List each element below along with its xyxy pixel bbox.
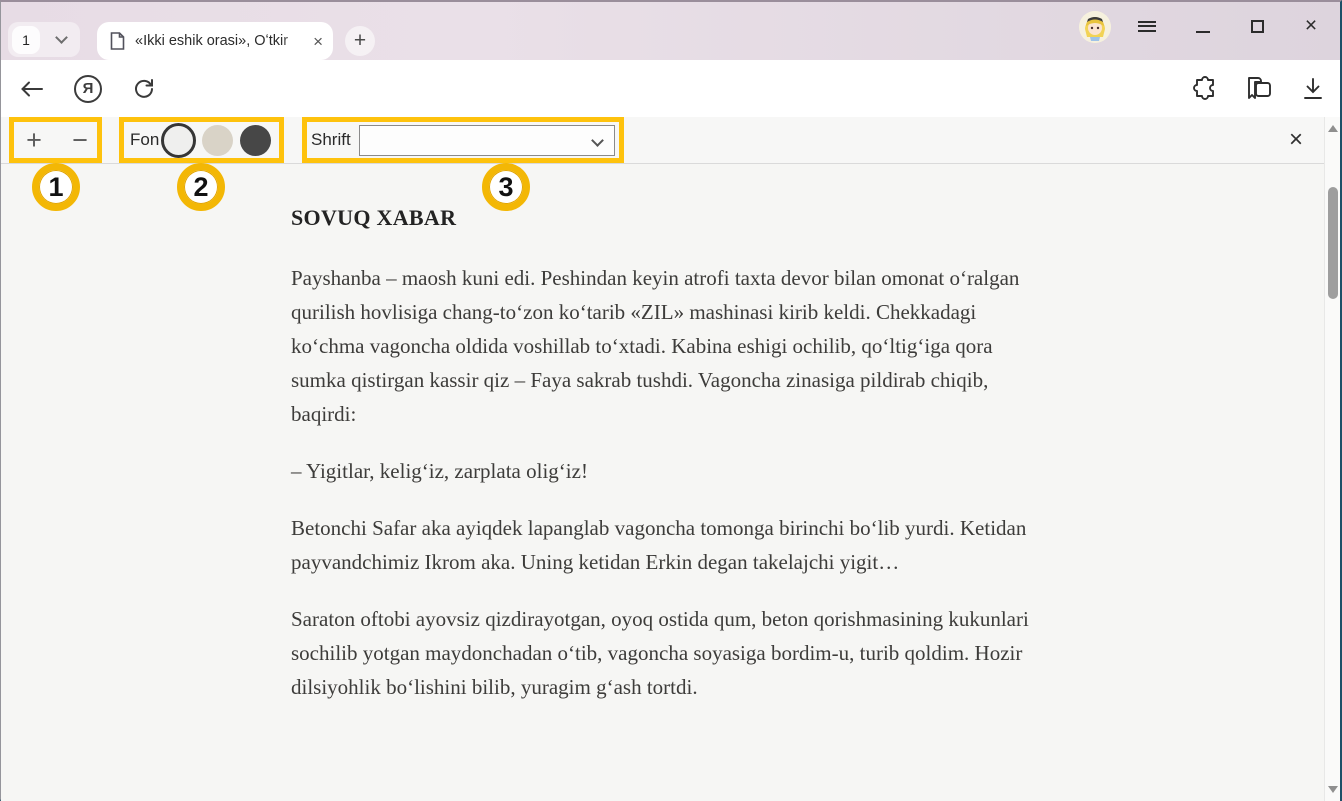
paragraph: – Yigitlar, keligʻiz, zarplata oligʻiz!: [291, 454, 1039, 488]
extensions-button[interactable]: [1187, 60, 1223, 117]
annotation-rect-font: [302, 117, 624, 163]
tab-title: «Ikki eshik orasi», Oʻtkir: [135, 33, 307, 49]
collections-button[interactable]: [1241, 60, 1277, 117]
scroll-up-icon[interactable]: [1328, 125, 1338, 132]
tab-list-button[interactable]: 1: [8, 22, 80, 57]
annotation-badge-1: 1: [32, 163, 80, 211]
tab-count[interactable]: 1: [12, 26, 40, 54]
yandex-button[interactable]: Я: [71, 60, 105, 117]
hamburger-icon: [1138, 18, 1156, 34]
reload-button[interactable]: [127, 60, 161, 117]
book-text: SOVUQ XABAR Payshanba – maosh kuni edi. …: [291, 205, 1039, 727]
reload-icon: [133, 78, 155, 100]
tab-active[interactable]: «Ikki eshik orasi», Oʻtkir ×: [97, 22, 333, 60]
browser-window: 1 «Ikki eshik orasi», Oʻtkir × +: [0, 0, 1342, 801]
annotation-rect-zoom: [9, 117, 102, 163]
annotation-badge-3: 3: [482, 163, 530, 211]
chapter-heading: SOVUQ XABAR: [291, 205, 1039, 231]
menu-button[interactable]: [1125, 2, 1169, 50]
window-close-button[interactable]: ×: [1289, 2, 1333, 50]
annotation-badge-2: 2: [177, 163, 225, 211]
scrollbar-thumb[interactable]: [1328, 187, 1338, 299]
back-arrow-icon: [21, 81, 43, 97]
titlebar: 1 «Ikki eshik orasi», Oʻtkir × +: [1, 2, 1340, 60]
yandex-logo-icon: Я: [74, 75, 102, 103]
chevron-down-icon: [55, 31, 68, 44]
paragraph: Saraton oftobi ayovsiz qizdirayotgan, oy…: [291, 602, 1039, 704]
book-content-area: SOVUQ XABAR Payshanba – maosh kuni edi. …: [1, 164, 1325, 801]
annotation-rect-background: [119, 117, 284, 163]
tab-close-icon[interactable]: ×: [313, 33, 323, 50]
page-icon: [110, 32, 125, 50]
maximize-button[interactable]: [1235, 2, 1279, 50]
reader-toolbar-close-button[interactable]: ×: [1281, 125, 1311, 155]
paragraph: Betonchi Safar aka ayiqdek lapanglab vag…: [291, 511, 1039, 579]
maximize-icon: [1251, 20, 1264, 33]
minimize-icon: [1196, 31, 1210, 33]
collections-icon: [1245, 76, 1273, 102]
scroll-down-icon[interactable]: [1328, 786, 1338, 793]
downloads-button[interactable]: [1295, 60, 1331, 117]
user-avatar[interactable]: [1079, 11, 1111, 43]
puzzle-icon: [1192, 76, 1218, 102]
browser-toolbar: Я www.litres.ru «Ikki eshik orasi», Oʻtk…: [1, 60, 1340, 117]
back-button[interactable]: [15, 60, 49, 117]
new-tab-button[interactable]: +: [345, 26, 375, 56]
paragraph: Payshanba – maosh kuni edi. Peshindan ke…: [291, 261, 1039, 431]
download-icon: [1302, 77, 1324, 101]
scrollbar[interactable]: [1324, 117, 1340, 801]
minimize-button[interactable]: [1181, 2, 1225, 50]
